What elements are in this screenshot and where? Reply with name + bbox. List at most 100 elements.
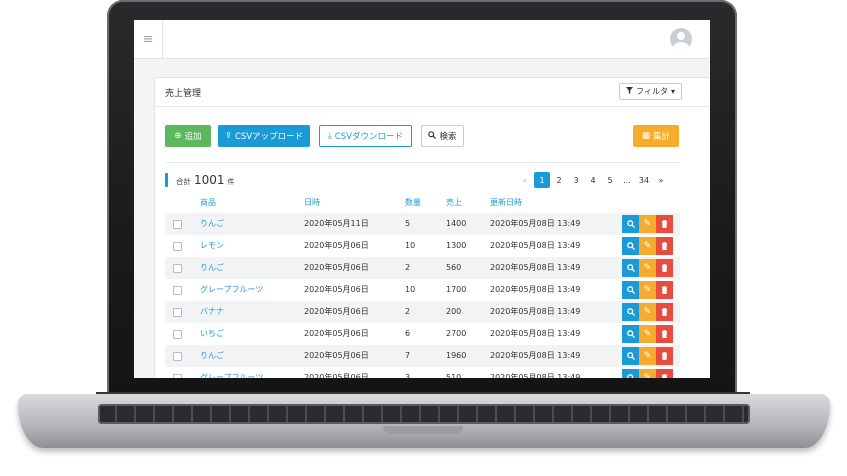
upload-icon: ⇪ (224, 131, 232, 141)
cell-sales: 1960 (446, 351, 467, 360)
page-2[interactable]: 2 (551, 172, 567, 188)
divider (165, 162, 680, 163)
pencil-icon[interactable]: ✎ (639, 325, 656, 343)
table-row: バナナ 2020年05月06日 2 200 2020年05月08日 13:49 ✎ (165, 301, 680, 323)
row-checkbox[interactable] (173, 308, 182, 317)
row-checkbox[interactable] (173, 220, 182, 229)
product-link[interactable]: レモン (200, 235, 224, 257)
row-checkbox[interactable] (173, 264, 182, 273)
pencil-icon[interactable]: ✎ (639, 303, 656, 321)
pagination: « 1 2 3 4 5 ... 34 » (517, 172, 669, 188)
page-prev[interactable]: « (517, 172, 533, 188)
row-checkbox[interactable] (173, 374, 182, 378)
plus-circle-icon: ⊕ (174, 131, 182, 141)
page-4[interactable]: 4 (585, 172, 601, 188)
zoom-icon[interactable] (622, 325, 639, 343)
cell-date: 2020年05月06日 (304, 307, 369, 316)
cell-sales: 1700 (446, 285, 467, 294)
table-row: りんご 2020年05月06日 7 1960 2020年05月08日 13:49 ✎ (165, 345, 680, 367)
cell-date: 2020年05月06日 (304, 373, 369, 378)
trash-icon[interactable] (656, 303, 673, 321)
table-row: りんご 2020年05月06日 2 560 2020年05月08日 13:49 ✎ (165, 257, 680, 279)
row-actions: ✎ (622, 281, 673, 299)
laptop-screen: ≡ 売上管理 フィルタ ▾ ⊕ 追加 ⇪ CSVアップロード ⤓ CSVダウンロ… (134, 20, 710, 378)
row-checkbox[interactable] (173, 242, 182, 251)
add-button[interactable]: ⊕ 追加 (165, 125, 211, 147)
cell-qty: 5 (405, 219, 411, 228)
page-34[interactable]: 34 (636, 172, 652, 188)
row-checkbox[interactable] (173, 286, 182, 295)
laptop-keyboard (98, 404, 750, 424)
sales-panel: 売上管理 フィルタ ▾ ⊕ 追加 ⇪ CSVアップロード ⤓ CSVダウンロード (154, 77, 710, 378)
pencil-icon[interactable]: ✎ (639, 369, 656, 378)
csv-download-button[interactable]: ⤓ CSVダウンロード (319, 125, 412, 147)
cell-qty: 6 (405, 329, 411, 338)
cell-sales: 1300 (446, 241, 467, 250)
trash-icon[interactable] (656, 237, 673, 255)
user-avatar-icon[interactable] (670, 28, 692, 50)
filter-button[interactable]: フィルタ ▾ (619, 83, 682, 100)
csv-upload-button[interactable]: ⇪ CSVアップロード (218, 125, 310, 147)
pencil-icon[interactable]: ✎ (639, 281, 656, 299)
calculator-icon: ▦ (641, 131, 650, 141)
trash-icon[interactable] (656, 347, 673, 365)
zoom-icon[interactable] (622, 281, 639, 299)
row-checkbox[interactable] (173, 330, 182, 339)
download-label: CSVダウンロード (334, 132, 403, 142)
count-label: 合計 (176, 177, 191, 186)
product-link[interactable]: グレープフルーツ (200, 279, 263, 301)
table-body: りんご 2020年05月11日 5 1400 2020年05月08日 13:49 ✎ レモン… (165, 213, 680, 378)
zoom-icon[interactable] (622, 369, 639, 378)
page-next[interactable]: » (653, 172, 669, 188)
trash-icon[interactable] (656, 215, 673, 233)
pencil-icon[interactable]: ✎ (639, 347, 656, 365)
zoom-icon[interactable] (622, 237, 639, 255)
col-date[interactable]: 日時 (304, 195, 320, 211)
search-label: 検索 (439, 132, 457, 142)
page-title: 売上管理 (165, 89, 202, 99)
pencil-icon[interactable]: ✎ (639, 259, 656, 277)
zoom-icon[interactable] (622, 259, 639, 277)
cell-updated: 2020年05月08日 13:49 (490, 307, 581, 316)
col-name[interactable]: 商品 (200, 195, 216, 211)
zoom-icon[interactable] (622, 303, 639, 321)
cell-qty: 3 (405, 373, 411, 378)
product-link[interactable]: グレープフルーツ (200, 367, 263, 378)
page-5[interactable]: 5 (602, 172, 618, 188)
download-icon: ⤓ (328, 131, 332, 141)
cell-date: 2020年05月06日 (304, 241, 369, 250)
aggregate-button[interactable]: ▦ 集計 (633, 125, 679, 147)
cell-date: 2020年05月06日 (304, 285, 369, 294)
pencil-icon[interactable]: ✎ (639, 237, 656, 255)
product-link[interactable]: りんご (200, 345, 224, 367)
trash-icon[interactable] (656, 325, 673, 343)
table-row: グレープフルーツ 2020年05月06日 3 510 2020年05月08日 13:49… (165, 367, 680, 378)
row-actions: ✎ (622, 347, 673, 365)
row-actions: ✎ (622, 259, 673, 277)
product-link[interactable]: バナナ (200, 301, 224, 323)
trash-icon[interactable] (656, 259, 673, 277)
trash-icon[interactable] (656, 281, 673, 299)
col-qty[interactable]: 数量 (405, 195, 421, 211)
zoom-icon[interactable] (622, 347, 639, 365)
cell-qty: 10 (405, 241, 416, 250)
search-button[interactable]: 検索 (421, 125, 464, 147)
row-actions: ✎ (622, 215, 673, 233)
col-sales[interactable]: 売上 (446, 195, 462, 211)
cell-updated: 2020年05月08日 13:49 (490, 241, 581, 250)
magnifier-icon (428, 130, 437, 142)
pencil-icon[interactable]: ✎ (639, 215, 656, 233)
cell-updated: 2020年05月08日 13:49 (490, 373, 581, 378)
cell-updated: 2020年05月08日 13:49 (490, 219, 581, 228)
col-updated[interactable]: 更新日時 (490, 195, 522, 211)
cell-date: 2020年05月06日 (304, 329, 369, 338)
trash-icon[interactable] (656, 369, 673, 378)
zoom-icon[interactable] (622, 215, 639, 233)
page-1[interactable]: 1 (534, 172, 550, 188)
product-link[interactable]: いちご (200, 323, 224, 345)
product-link[interactable]: りんご (200, 213, 224, 235)
page-3[interactable]: 3 (568, 172, 584, 188)
hamburger-icon[interactable]: ≡ (134, 20, 163, 58)
product-link[interactable]: りんご (200, 257, 224, 279)
row-checkbox[interactable] (173, 352, 182, 361)
